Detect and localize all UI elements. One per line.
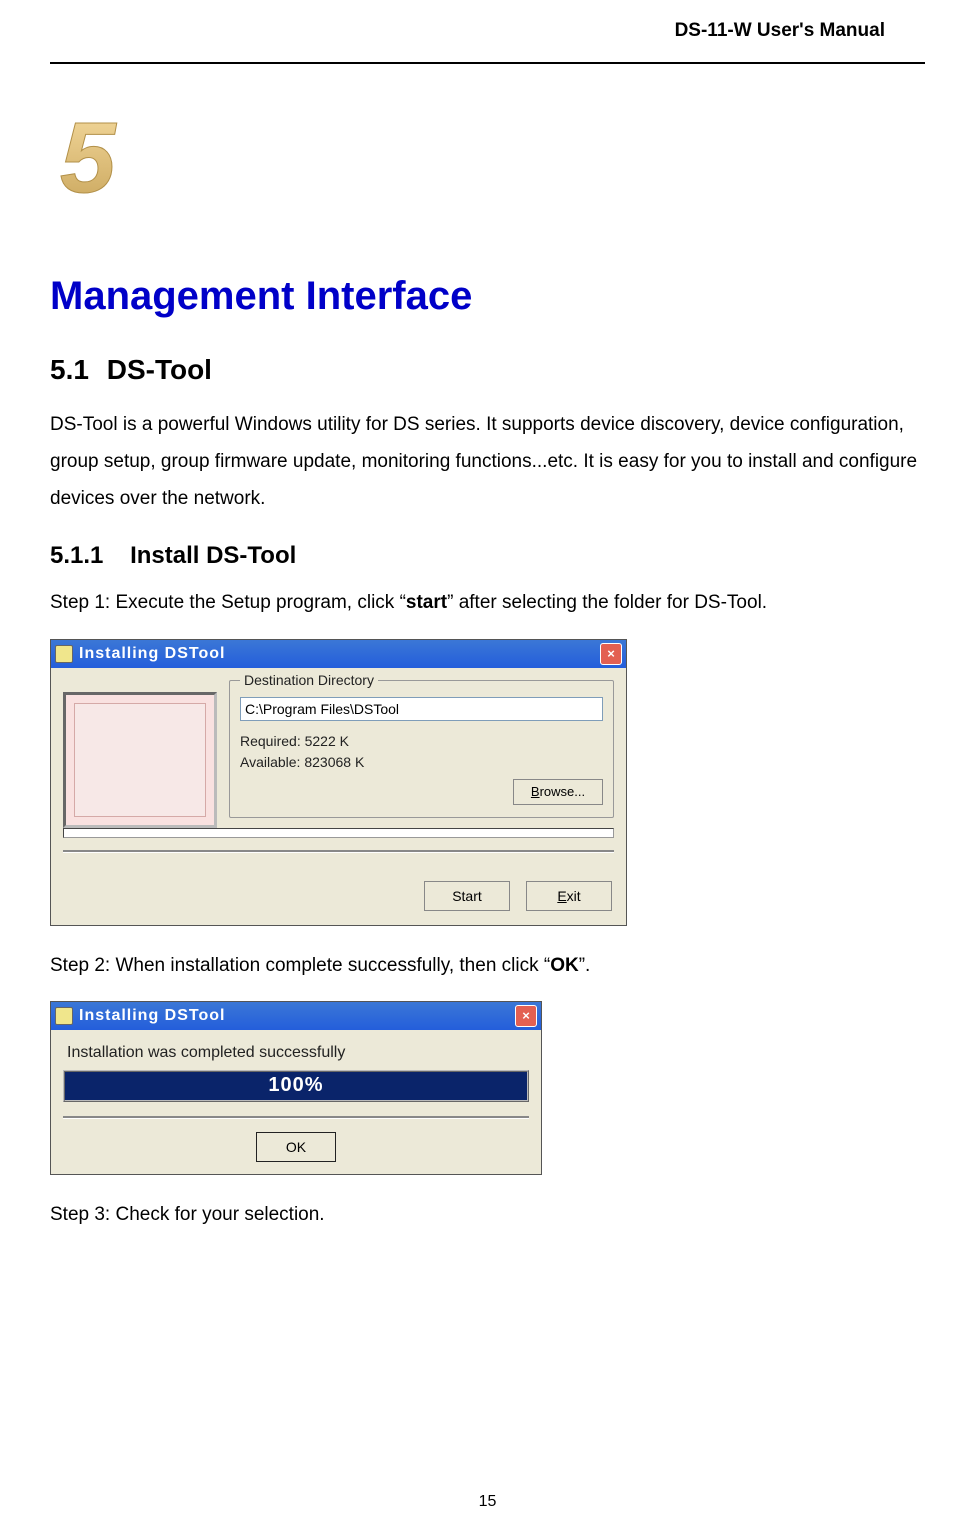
progress-groove-empty [63,828,614,838]
step2-suffix: ”. [579,955,591,976]
required-label: Required: 5222 K [240,731,603,752]
destination-legend: Destination Directory [240,672,378,688]
figure-installer-step1: Installing DSTool × Destination Director… [50,639,627,926]
subsection-title: 5.1.1 Install DS-Tool [50,542,925,570]
exit-button[interactable]: Exit [526,881,612,911]
step2-bold: OK [550,955,579,976]
available-label: Available: 823068 K [240,752,603,773]
section-title: 5.1 DS-Tool [50,354,925,386]
chapter-number-text: 5 [60,104,117,214]
close-icon[interactable]: × [600,643,622,665]
destination-path-input[interactable] [240,697,603,721]
step-1-text: Step 1: Execute the Setup program, click… [50,588,925,618]
figure-installer-step2: Installing DSTool × Installation was com… [50,1001,542,1175]
window-titlebar: Installing DSTool × [51,640,626,668]
section-name: DS-Tool [107,354,212,385]
step1-bold: start [406,592,447,613]
exit-rest: xit [567,888,581,904]
device-image [63,692,217,828]
dialog-body: Installation was completed successfully … [51,1030,541,1174]
subsection-name: Install DS-Tool [130,542,296,569]
ok-button[interactable]: OK [256,1132,336,1162]
completion-message: Installation was completed successfully [67,1044,529,1062]
chapter-title: Management Interface [50,274,925,319]
page-number: 15 [479,1493,497,1511]
app-icon [55,645,73,663]
chapter-number-graphic: 5 [50,104,925,214]
start-button[interactable]: Start [424,881,510,911]
page-header: DS-11-W User's Manual [50,15,925,42]
window-titlebar: Installing DSTool × [51,1002,541,1030]
destination-group: Destination Directory Required: 5222 K A… [229,680,614,818]
section-number: 5.1 [50,354,89,385]
step-2-text: Step 2: When installation complete succe… [50,951,925,981]
progress-bar: 100% [63,1070,529,1102]
dialog-button-row: Start Exit [424,881,612,911]
step1-suffix: ” after selecting the folder for DS-Tool… [447,592,767,613]
header-rule [50,62,925,64]
app-icon [55,1007,73,1025]
browse-mnemonic: B [531,784,540,799]
intro-paragraph: DS-Tool is a powerful Windows utility fo… [50,406,925,517]
step-3-text: Step 3: Check for your selection. [50,1200,925,1230]
window-title: Installing DSTool [79,1007,515,1025]
subsection-number: 5.1.1 [50,542,103,569]
browse-rest: rowse... [540,784,586,799]
window-title: Installing DSTool [79,645,600,663]
browse-button[interactable]: Browse... [513,779,603,805]
step2-prefix: Step 2: When installation complete succe… [50,955,550,976]
separator-line [63,1116,529,1118]
step1-prefix: Step 1: Execute the Setup program, click… [50,592,406,613]
exit-mnemonic: E [557,888,566,904]
space-info: Required: 5222 K Available: 823068 K [240,731,603,773]
close-icon[interactable]: × [515,1005,537,1027]
separator-line [63,850,614,852]
